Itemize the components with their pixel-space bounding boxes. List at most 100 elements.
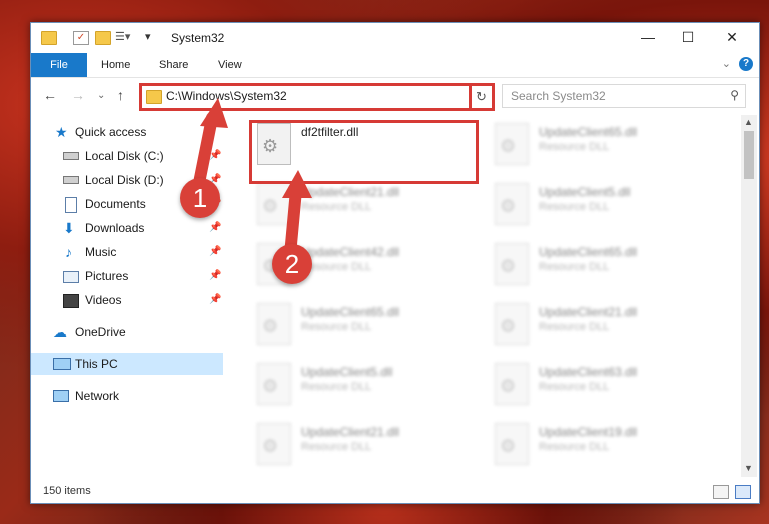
sidebar-item-label: Quick access (75, 125, 147, 139)
gear-icon: ⚙ (262, 436, 279, 456)
pin-icon[interactable]: 📌 (209, 145, 221, 167)
sidebar-item-network[interactable]: Network (31, 385, 223, 407)
close-button[interactable]: ✕ (721, 27, 743, 47)
file-type: Resource DLL (539, 261, 610, 273)
file-tile[interactable]: ⚙ UpdateClient5.dll Resource DLL (251, 359, 481, 411)
pin-icon[interactable]: 📌 (209, 241, 221, 263)
pin-icon[interactable]: 📌 (209, 265, 221, 287)
file-tile[interactable]: ⚙ UpdateClient21.dll Resource DLL (251, 419, 481, 471)
tab-view[interactable]: View (218, 53, 242, 77)
new-folder-icon[interactable] (95, 31, 111, 45)
expand-ribbon-icon[interactable]: ⌄ (722, 57, 731, 70)
address-bar[interactable]: C:\Windows\System32 ⌄ (139, 83, 495, 111)
file-tile[interactable]: ⚙ UpdateClient21.dll Resource DLL (489, 299, 719, 351)
search-icon[interactable]: ⚲ (730, 88, 739, 102)
tiles-view-icon[interactable] (735, 485, 751, 499)
minimize-button[interactable]: — (637, 27, 659, 47)
file-tile[interactable]: ⚙ UpdateClient65.dll Resource DLL (489, 239, 719, 291)
pin-icon[interactable]: 📌 (209, 217, 221, 239)
sidebar-item-label: Downloads (85, 221, 145, 235)
file-name: UpdateClient19.dll (539, 425, 638, 439)
gear-icon: ⚙ (500, 256, 517, 276)
file-explorer-window: ✓ ☰▾ ▾ System32 — ☐ ✕ File Home Share Vi… (30, 22, 760, 504)
sidebar-item-pictures[interactable]: Pictures 📌 (31, 265, 223, 287)
file-name: UpdateClient65.dll (301, 305, 400, 319)
dll-file-icon: ⚙ (495, 123, 529, 165)
file-type: Resource DLL (539, 201, 610, 213)
sidebar-item-label: Local Disk (C:) (85, 149, 164, 163)
gear-icon: ⚙ (500, 376, 517, 396)
navigation-row: ← → ⌄ ↑ C:\Windows\System32 ⌄ ↻ Search S… (31, 81, 759, 111)
folder-icon (41, 31, 57, 45)
scrollbar-thumb[interactable] (744, 131, 754, 179)
sidebar-item-local-disk-c[interactable]: Local Disk (C:) 📌 (31, 145, 223, 167)
dll-file-icon: ⚙ (257, 363, 291, 405)
network-icon (53, 390, 69, 402)
properties-icon[interactable]: ✓ (73, 31, 89, 45)
dll-file-icon: ⚙ (257, 423, 291, 465)
recent-locations-icon[interactable]: ⌄ (97, 90, 105, 101)
gear-icon: ⚙ (500, 136, 517, 156)
sidebar-item-label: Network (75, 389, 120, 403)
file-type: Resource DLL (301, 441, 372, 453)
search-box[interactable]: Search System32 ⚲ (502, 84, 746, 108)
address-path[interactable]: C:\Windows\System32 (166, 89, 287, 103)
pictures-icon (63, 271, 79, 283)
file-name: UpdateClient21.dll (301, 185, 400, 199)
up-arrow-icon[interactable]: ↑ (117, 87, 124, 103)
file-tile[interactable]: ⚙ UpdateClient21.dll Resource DLL (251, 179, 481, 231)
pin-icon[interactable]: 📌 (209, 289, 221, 311)
vertical-scrollbar[interactable]: ▲ ▼ (741, 115, 757, 477)
scroll-down-icon[interactable]: ▼ (744, 463, 753, 473)
sidebar-item-onedrive[interactable]: ☁ OneDrive (31, 321, 223, 343)
customize-toolbar-icon[interactable]: ☰▾ (115, 31, 130, 43)
tab-share[interactable]: Share (159, 53, 188, 77)
forward-arrow-icon[interactable]: → (71, 87, 85, 103)
file-tile[interactable]: ⚙ UpdateClient5.dll Resource DLL (489, 179, 719, 231)
file-tile[interactable]: ⚙ UpdateClient63.dll Resource DLL (489, 359, 719, 411)
sidebar-item-this-pc[interactable]: This PC (31, 353, 223, 375)
sidebar-item-label: Music (85, 245, 117, 259)
file-name: UpdateClient21.dll (539, 305, 638, 319)
tab-home[interactable]: Home (101, 53, 130, 77)
music-icon: ♪ (65, 244, 72, 260)
search-input[interactable]: Search System32 (511, 89, 606, 103)
file-type: Resource DLL (539, 381, 610, 393)
file-tile[interactable]: ⚙ UpdateClient65.dll Resource DLL (489, 119, 719, 171)
dll-file-icon: ⚙ (495, 303, 529, 345)
sidebar-item-downloads[interactable]: ⬇ Downloads 📌 (31, 217, 223, 239)
scroll-up-icon[interactable]: ▲ (744, 117, 753, 127)
file-name: UpdateClient65.dll (539, 125, 638, 139)
back-arrow-icon[interactable]: ← (43, 87, 57, 103)
dll-file-icon: ⚙ (257, 183, 291, 225)
refresh-button[interactable]: ↻ (469, 83, 495, 111)
gear-icon: ⚙ (262, 196, 279, 216)
tab-file[interactable]: File (31, 53, 87, 77)
sidebar-item-videos[interactable]: Videos 📌 (31, 289, 223, 311)
dll-file-icon: ⚙ (495, 423, 529, 465)
gear-icon: ⚙ (262, 376, 279, 396)
file-name: UpdateClient65.dll (539, 245, 638, 259)
computer-icon (53, 358, 71, 370)
dll-file-icon: ⚙ (495, 243, 529, 285)
toolbar-dropdown-icon[interactable]: ▾ (145, 31, 159, 43)
sidebar-item-music[interactable]: ♪ Music 📌 (31, 241, 223, 263)
maximize-button[interactable]: ☐ (677, 27, 699, 47)
details-view-icon[interactable] (713, 485, 729, 499)
star-icon: ★ (55, 124, 68, 140)
file-tile[interactable]: ⚙ UpdateClient65.dll Resource DLL (251, 299, 481, 351)
file-name: UpdateClient63.dll (539, 365, 638, 379)
step-2-badge: 2 (272, 244, 312, 284)
gear-icon: ⚙ (262, 316, 279, 336)
gear-icon: ⚙ (500, 436, 517, 456)
gear-icon: ⚙ (500, 316, 517, 336)
file-tile[interactable]: ⚙ UpdateClient19.dll Resource DLL (489, 419, 719, 471)
documents-icon (65, 197, 77, 213)
item-count: 150 items (43, 485, 91, 497)
navigation-pane: ★ Quick access Local Disk (C:) 📌 Local D… (31, 115, 223, 477)
videos-icon (63, 294, 79, 308)
help-icon[interactable]: ? (739, 57, 753, 71)
sidebar-item-quick-access[interactable]: ★ Quick access (31, 121, 223, 143)
dll-file-icon: ⚙ (495, 363, 529, 405)
file-type: Resource DLL (539, 321, 610, 333)
